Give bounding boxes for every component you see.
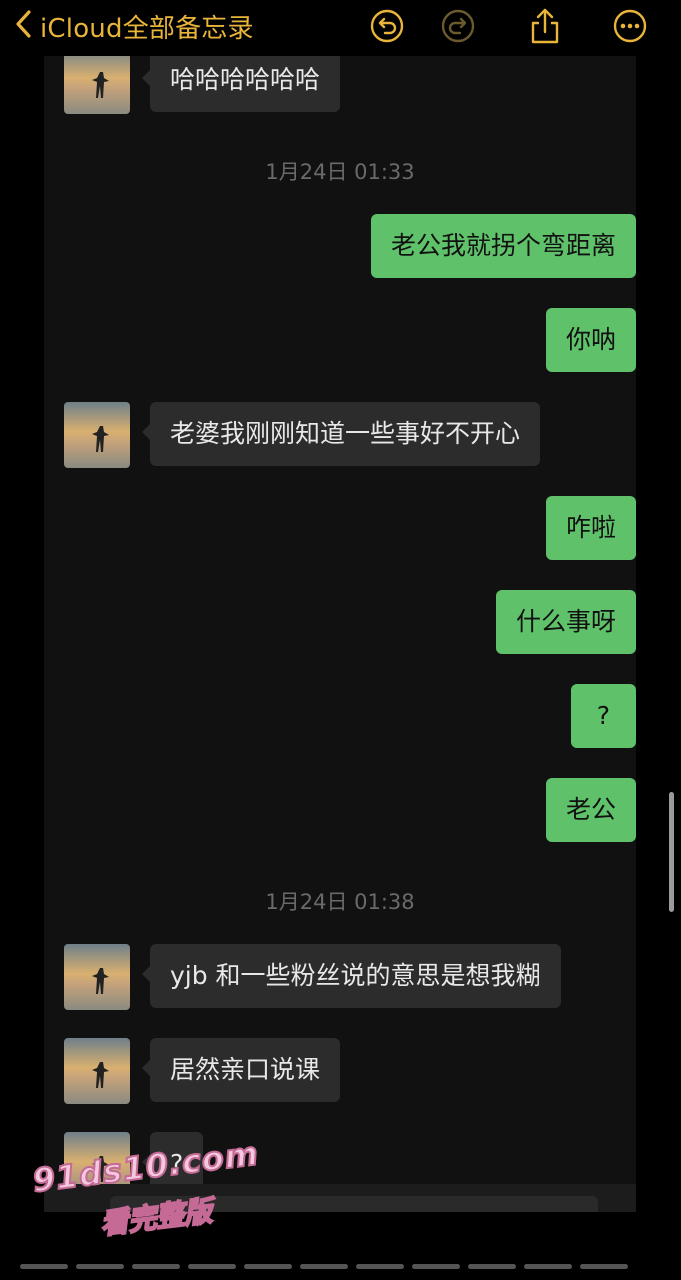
back-title: iCloud全部备忘录 (40, 13, 254, 44)
share-icon[interactable] (525, 6, 565, 46)
message-bubble-incoming: 老婆我刚刚知道一些事好不开心 (141, 402, 541, 466)
avatar (64, 944, 130, 1010)
message-bubble-incoming: 居然亲口说课 (141, 1038, 341, 1102)
message-bubble-outgoing: 咋啦 (545, 496, 636, 560)
message-bubble-outgoing: 老公我就拐个弯距离 (370, 214, 636, 278)
message-bubble-outgoing: 你呐 (545, 308, 636, 372)
avatar (64, 402, 130, 468)
note-image-chat-screenshot: 哈哈哈哈哈哈 1月24日 01:33 老公我就拐个弯距离 你呐 老婆我刚刚知道一… (44, 56, 636, 1184)
chevron-left-icon (14, 9, 32, 43)
timestamp: 1月24日 01:33 (265, 160, 415, 184)
undo-icon[interactable] (367, 6, 407, 46)
bottom-indicator (20, 1264, 628, 1269)
message-bubble-outgoing: ? (570, 684, 636, 748)
timestamp: 1月24日 01:38 (265, 890, 415, 914)
message-bubble-incoming: yjb 和一些粉丝说的意思是想我糊 (142, 944, 561, 1008)
more-icon[interactable] (610, 6, 650, 46)
avatar (64, 1038, 130, 1104)
navigation-bar: iCloud全部备忘录 (0, 0, 681, 56)
message-bubble-outgoing: 老公 (545, 778, 636, 842)
redo-icon[interactable] (438, 6, 478, 46)
message-bubble-outgoing: 什么事呀 (495, 590, 636, 654)
avatar (64, 56, 130, 114)
message-bubble-incoming: 哈哈哈哈哈哈 (141, 56, 341, 112)
scroll-indicator[interactable] (669, 792, 674, 912)
back-button[interactable]: iCloud全部备忘录 (14, 6, 254, 46)
